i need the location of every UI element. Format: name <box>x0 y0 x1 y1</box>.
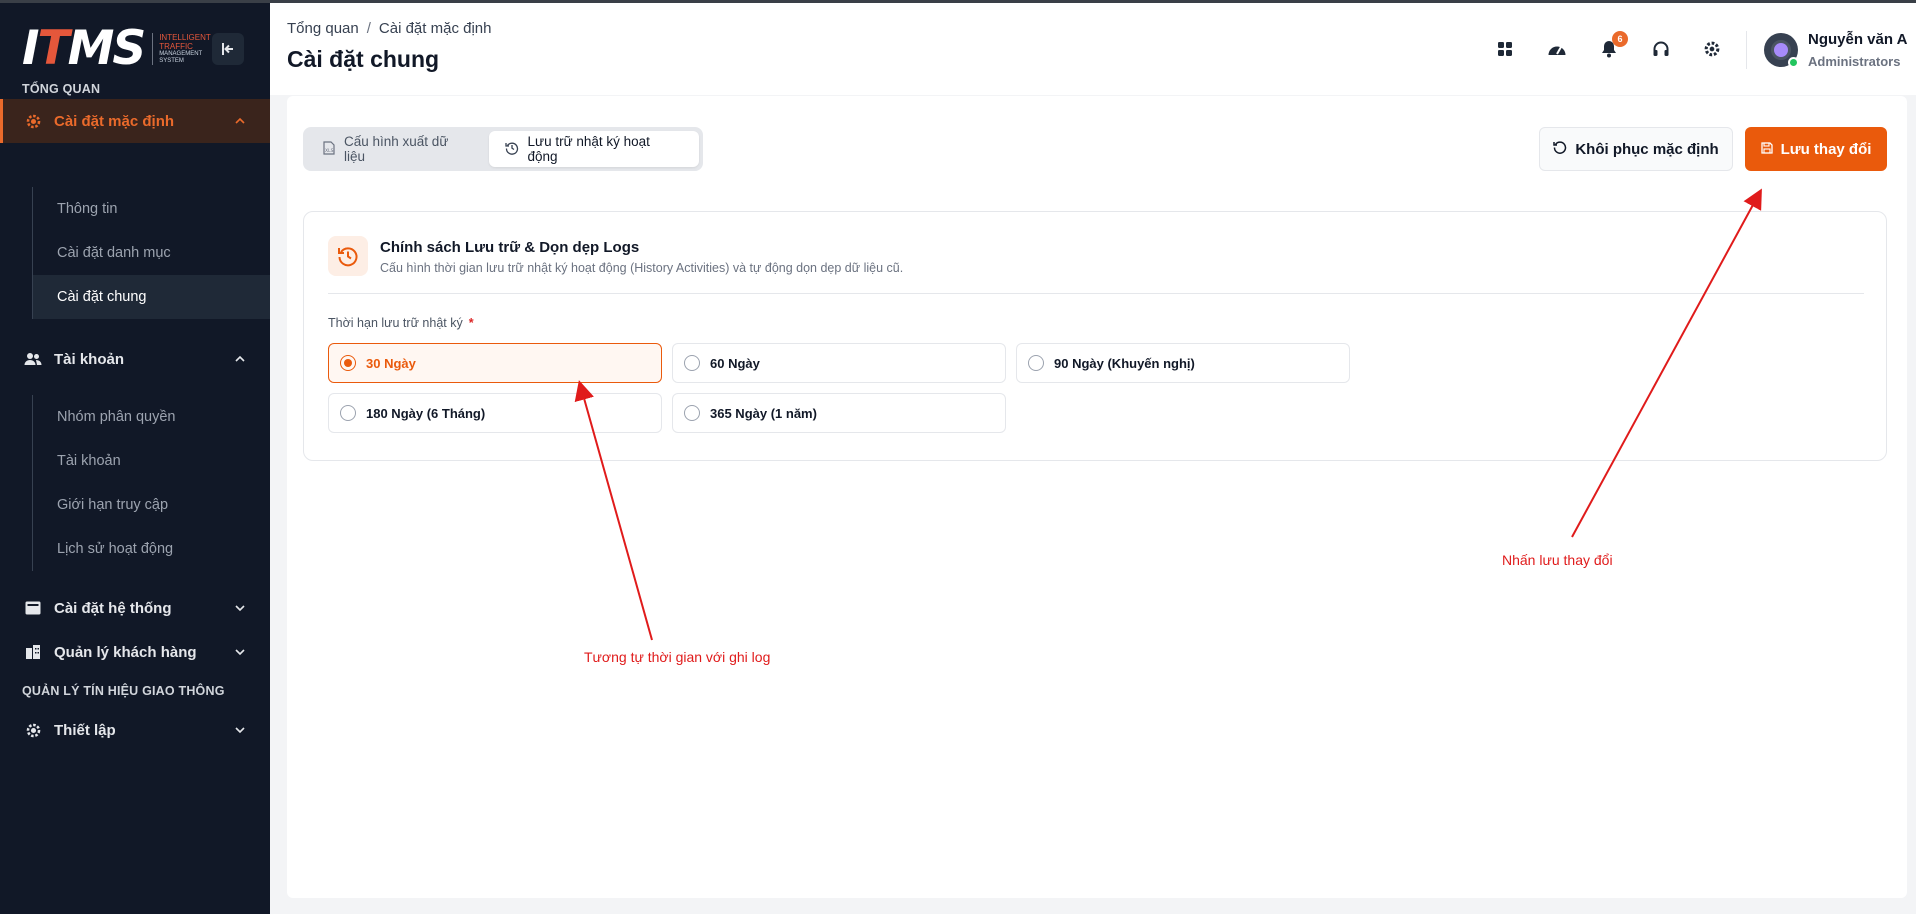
tab-label: Cấu hình xuất dữ liệu <box>344 134 449 164</box>
retention-option-180-days[interactable]: 180 Ngày (6 Tháng) <box>328 393 662 433</box>
option-label: 60 Ngày <box>710 355 760 371</box>
chevron-down-icon <box>232 644 248 660</box>
submenu-default-settings: Thông tin Cài đặt danh mục Cài đặt chung <box>32 187 270 319</box>
sidebar-item-label: Quản lý khách hàng <box>54 643 197 661</box>
chevron-up-icon <box>232 351 248 367</box>
sidebar-item-label: Tài khoản <box>54 350 125 368</box>
header: Tổng quan / Cài đặt mặc định Cài đặt chung… <box>270 3 1916 95</box>
card-divider <box>328 293 1864 294</box>
tab-label: Lưu trữ nhật ký hoạt động <box>527 134 650 164</box>
dashboard-gauge-icon[interactable] <box>1545 37 1569 61</box>
option-label: 30 Ngày <box>366 355 416 371</box>
sidebar-item-activity-history[interactable]: Lịch sử hoạt động <box>33 527 270 571</box>
header-divider <box>1746 31 1747 69</box>
option-label: 365 Ngày (1 năm) <box>710 405 817 421</box>
sidebar-item-customer-management[interactable]: Quản lý khách hàng <box>0 630 270 674</box>
annotation-note-options: Tương tự thời gian với ghi log <box>584 649 771 665</box>
retention-option-60-days[interactable]: 60 Ngày <box>672 343 1006 383</box>
sidebar-item-access-limit[interactable]: Giới hạn truy cập <box>33 483 270 527</box>
history-icon <box>504 141 519 158</box>
system-icon <box>22 597 44 619</box>
tab-export-config[interactable]: XLS Cấu hình xuất dữ liệu <box>307 131 489 167</box>
gear-icon <box>22 110 44 132</box>
retention-field-label: Thời hạn lưu trữ nhật ký * <box>328 316 474 330</box>
submenu-accounts: Nhóm phân quyền Tài khoản Giới hạn truy … <box>32 395 270 571</box>
chevron-down-icon <box>232 722 248 738</box>
sidebar-item-permission-groups[interactable]: Nhóm phân quyền <box>33 395 270 439</box>
sidebar-item-system-settings[interactable]: Cài đặt hệ thống <box>0 586 270 630</box>
main-content: XLS Cấu hình xuất dữ liệu Lưu trữ nhật k… <box>287 96 1907 898</box>
sidebar-item-category-settings[interactable]: Cài đặt danh mục <box>33 231 270 275</box>
sidebar-item-label: Cài đặt mặc định <box>54 112 175 130</box>
breadcrumb-separator: / <box>366 20 371 37</box>
avatar-image <box>1771 40 1791 60</box>
annotation-note-save: Nhấn lưu thay đổi <box>1502 552 1613 568</box>
history-icon <box>328 236 368 276</box>
breadcrumb-overview[interactable]: Tổng quan <box>287 20 359 37</box>
retention-option-90-days[interactable]: 90 Ngày (Khuyến nghị) <box>1016 343 1350 383</box>
apps-grid-icon[interactable] <box>1493 37 1517 61</box>
section-label-traffic-signal: QUẢN LÝ TÍN HIỆU GIAO THÔNG <box>22 684 225 698</box>
gear-icon <box>22 719 44 741</box>
svg-text:XLS: XLS <box>325 148 334 154</box>
save-changes-label: Lưu thay đổi <box>1780 140 1872 158</box>
reset-defaults-button[interactable]: Khôi phục mặc định <box>1539 127 1733 171</box>
sidebar-item-default-settings[interactable]: Cài đặt mặc định <box>0 99 270 143</box>
retention-option-365-days[interactable]: 365 Ngày (1 năm) <box>672 393 1006 433</box>
logo-mark: ITMS <box>22 21 146 76</box>
user-name[interactable]: Nguyễn văn A <box>1808 31 1907 48</box>
user-role: Administrators <box>1808 54 1901 69</box>
log-retention-card: Chính sách Lưu trữ & Dọn dẹp Logs Cấu hì… <box>303 211 1887 461</box>
sidebar-item-label: Thiết lập <box>54 721 116 739</box>
window-top-border <box>0 0 1916 3</box>
chevron-up-icon <box>232 113 248 129</box>
sidebar-item-account-list[interactable]: Tài khoản <box>33 439 270 483</box>
notification-count-badge: 6 <box>1612 31 1628 47</box>
building-icon <box>22 641 44 663</box>
option-label: 90 Ngày (Khuyến nghị) <box>1054 355 1195 371</box>
card-title: Chính sách Lưu trữ & Dọn dẹp Logs <box>380 239 640 256</box>
sidebar-item-general-settings[interactable]: Cài đặt chung <box>33 275 270 319</box>
users-icon <box>22 348 44 370</box>
radio-unselected[interactable] <box>1028 355 1044 371</box>
retention-option-30-days[interactable]: 30 Ngày <box>328 343 662 383</box>
retention-field-label-text: Thời hạn lưu trữ nhật ký <box>328 316 463 330</box>
notification-bell-icon[interactable]: 6 <box>1597 31 1628 61</box>
reset-defaults-label: Khôi phục mặc định <box>1575 140 1719 158</box>
sidebar-item-setup[interactable]: Thiết lập <box>0 708 270 752</box>
radio-unselected[interactable] <box>340 405 356 421</box>
option-label: 180 Ngày (6 Tháng) <box>366 405 486 421</box>
radio-selected[interactable] <box>340 355 356 371</box>
save-icon <box>1760 141 1773 157</box>
xls-file-icon: XLS <box>323 140 335 158</box>
sidebar-item-info[interactable]: Thông tin <box>33 187 270 231</box>
online-status-dot <box>1788 57 1799 68</box>
save-changes-button[interactable]: Lưu thay đổi <box>1745 127 1887 171</box>
reset-icon <box>1553 140 1567 158</box>
sidebar-item-accounts[interactable]: Tài khoản <box>0 337 270 381</box>
breadcrumb-default-settings[interactable]: Cài đặt mặc định <box>379 20 492 37</box>
chevron-down-icon <box>232 600 248 616</box>
settings-gear-icon[interactable] <box>1700 37 1724 61</box>
logo: ITMS INTELLIGENT TRAFFIC MANAGEMENT SYST… <box>22 21 222 76</box>
tab-activity-log-storage[interactable]: Lưu trữ nhật ký hoạt động <box>488 131 699 167</box>
collapse-sidebar-button[interactable] <box>212 33 244 65</box>
sidebar-item-label: Cài đặt hệ thống <box>54 599 172 617</box>
card-description: Cấu hình thời gian lưu trữ nhật ký hoạt … <box>380 261 904 275</box>
radio-unselected[interactable] <box>684 355 700 371</box>
section-label-overview: TỔNG QUAN <box>22 82 101 96</box>
required-mark: * <box>468 316 474 330</box>
collapse-left-icon <box>222 43 233 55</box>
page-title: Cài đặt chung <box>287 46 440 72</box>
headset-support-icon[interactable] <box>1649 37 1673 61</box>
radio-unselected[interactable] <box>684 405 700 421</box>
breadcrumb: Tổng quan / Cài đặt mặc định <box>287 20 491 37</box>
sidebar: ITMS INTELLIGENT TRAFFIC MANAGEMENT SYST… <box>0 3 270 914</box>
settings-tabs: XLS Cấu hình xuất dữ liệu Lưu trữ nhật k… <box>303 127 703 171</box>
